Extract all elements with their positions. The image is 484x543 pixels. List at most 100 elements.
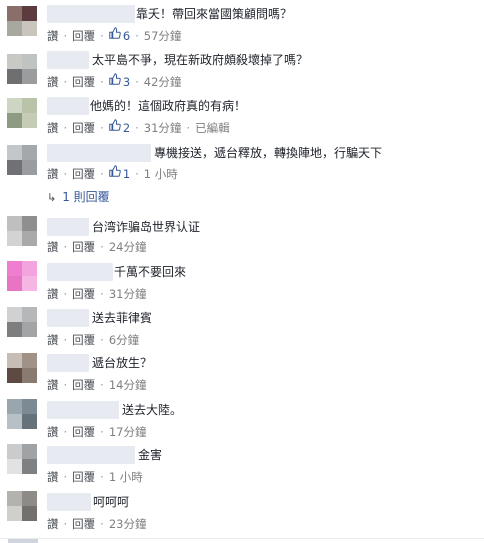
timestamp[interactable]: 17分鐘 xyxy=(109,424,147,440)
separator-dot: · xyxy=(100,74,104,89)
separator-dot: · xyxy=(63,239,68,254)
separator-dot: · xyxy=(63,286,68,301)
like-link[interactable]: 讚 xyxy=(47,469,59,485)
avatar[interactable] xyxy=(7,261,37,291)
separator-dot: · xyxy=(63,516,68,531)
separator-dot: · xyxy=(100,28,104,43)
reply-link[interactable]: 回覆 xyxy=(72,74,95,90)
like-link[interactable]: 讚 xyxy=(47,120,59,136)
like-count[interactable]: 3 xyxy=(109,73,130,90)
comment-text: 靠夭！帶回來當國策顧問嗎？ xyxy=(136,7,293,21)
separator-dot: · xyxy=(135,28,139,43)
separator-dot: · xyxy=(63,424,68,439)
separator-dot: · xyxy=(63,377,68,392)
separator-dot: · xyxy=(100,332,104,347)
reply-link[interactable]: 回覆 xyxy=(72,377,95,393)
commenter-name-redacted[interactable] xyxy=(47,446,135,464)
commenter-name-redacted[interactable] xyxy=(47,401,119,419)
comment-text: 專機接送，遞台釋放，轉換陣地，行騙天下 xyxy=(154,146,383,160)
like-link[interactable]: 讚 xyxy=(47,377,59,393)
timestamp[interactable]: 1 小時 xyxy=(144,166,178,182)
avatar[interactable] xyxy=(7,6,37,36)
reply-link[interactable]: 回覆 xyxy=(72,516,95,532)
like-count[interactable]: 6 xyxy=(109,27,130,44)
avatar[interactable] xyxy=(7,54,37,84)
reply-link[interactable]: 回覆 xyxy=(72,28,95,44)
reply-link[interactable]: 回覆 xyxy=(72,332,95,348)
reply-link[interactable]: 回覆 xyxy=(72,120,95,136)
separator-dot: · xyxy=(100,166,104,181)
commenter-name-redacted[interactable] xyxy=(47,263,113,281)
timestamp[interactable]: 24分鐘 xyxy=(109,239,147,255)
comment-actions: 讚 · 回覆 · 17分鐘 xyxy=(47,423,146,440)
separator-dot: · xyxy=(135,166,139,181)
separator-dot: · xyxy=(135,120,139,135)
commenter-name-redacted[interactable] xyxy=(47,309,89,327)
separator-dot: · xyxy=(63,166,68,181)
commenter-name-redacted[interactable] xyxy=(47,5,135,23)
timestamp[interactable]: 31分鐘 xyxy=(144,120,182,136)
avatar[interactable] xyxy=(7,399,37,429)
comment-text: 送去菲律賓 xyxy=(92,311,153,325)
avatar[interactable] xyxy=(7,145,37,175)
like-link[interactable]: 讚 xyxy=(47,239,59,255)
thumbs-up-icon xyxy=(109,165,121,177)
timestamp[interactable]: 31分鐘 xyxy=(109,286,147,302)
like-link[interactable]: 讚 xyxy=(47,28,59,44)
like-link[interactable]: 讚 xyxy=(47,74,59,90)
like-count[interactable]: 1 xyxy=(109,165,130,182)
comment-actions: 讚 · 回覆 · 6 · 57分鐘 xyxy=(47,27,181,44)
comment-text: 台湾诈骗岛世界认证 xyxy=(92,220,201,234)
commenter-name-redacted[interactable] xyxy=(47,144,151,162)
edited-label[interactable]: 已編輯 xyxy=(195,120,230,136)
view-replies-link[interactable]: ↳ 1 則回覆 xyxy=(47,189,110,206)
commenter-name-redacted[interactable] xyxy=(47,354,89,372)
comment-actions: 讚 · 回覆 · 6分鐘 xyxy=(47,331,139,348)
comment-actions: 讚 · 回覆 · 31分鐘 xyxy=(47,285,146,302)
comment-actions: 讚 · 回覆 · 2 · 31分鐘 · 已編輯 xyxy=(47,119,230,136)
like-link[interactable]: 讚 xyxy=(47,516,59,532)
reply-link[interactable]: 回覆 xyxy=(72,166,95,182)
separator-dot: · xyxy=(63,74,68,89)
like-link[interactable]: 讚 xyxy=(47,424,59,440)
comment-actions: 讚 · 回覆 · 1 · 1 小時 xyxy=(47,165,178,182)
like-link[interactable]: 讚 xyxy=(47,166,59,182)
timestamp[interactable]: 1 小時 xyxy=(109,469,143,485)
comment-actions: 讚 · 回覆 · 23分鐘 xyxy=(47,515,146,532)
commenter-name-redacted[interactable] xyxy=(47,97,89,115)
comment-text: 遞台放生？ xyxy=(92,356,153,370)
like-link[interactable]: 讚 xyxy=(47,332,59,348)
reply-link[interactable]: 回覆 xyxy=(72,469,95,485)
like-link[interactable]: 讚 xyxy=(47,286,59,302)
avatar[interactable] xyxy=(7,353,37,383)
avatar[interactable] xyxy=(7,98,37,128)
timestamp[interactable]: 23分鐘 xyxy=(109,516,147,532)
avatar[interactable] xyxy=(7,491,37,521)
timestamp[interactable]: 42分鐘 xyxy=(144,74,182,90)
separator-dot: · xyxy=(135,74,139,89)
commenter-name-redacted[interactable] xyxy=(47,218,89,236)
separator-dot: · xyxy=(100,120,104,135)
separator-dot: · xyxy=(100,469,104,484)
commenter-name-redacted[interactable] xyxy=(47,51,89,69)
divider xyxy=(0,538,484,539)
comment-text: 呵呵呵 xyxy=(93,495,130,509)
thumbs-up-icon xyxy=(109,27,121,39)
timestamp[interactable]: 6分鐘 xyxy=(109,332,139,348)
like-count[interactable]: 2 xyxy=(109,119,130,136)
view-replies-label[interactable]: 1 則回覆 xyxy=(62,190,109,204)
separator-dot: · xyxy=(100,286,104,301)
separator-dot: · xyxy=(100,516,104,531)
timestamp[interactable]: 14分鐘 xyxy=(109,377,147,393)
avatar[interactable] xyxy=(7,216,37,246)
reply-link[interactable]: 回覆 xyxy=(72,424,95,440)
avatar[interactable] xyxy=(7,444,37,474)
next-avatar-partial xyxy=(8,539,38,543)
comment-actions: 讚 · 回覆 · 14分鐘 xyxy=(47,376,146,393)
reply-link[interactable]: 回覆 xyxy=(72,286,95,302)
reply-link[interactable]: 回覆 xyxy=(72,239,95,255)
timestamp[interactable]: 57分鐘 xyxy=(144,28,182,44)
avatar[interactable] xyxy=(7,307,37,337)
commenter-name-redacted[interactable] xyxy=(47,493,91,511)
separator-dot: · xyxy=(186,120,191,135)
